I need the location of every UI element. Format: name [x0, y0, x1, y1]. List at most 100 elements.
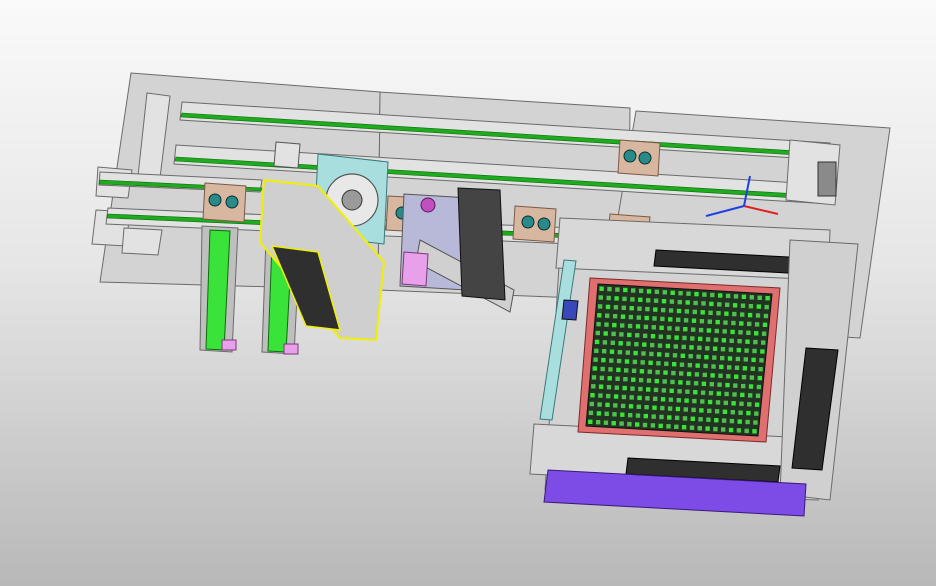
- tray-cell: [657, 352, 662, 357]
- tray-cell: [663, 370, 668, 375]
- tray-cell: [656, 361, 661, 366]
- tray-cell: [620, 403, 626, 409]
- tray-cell: [594, 348, 599, 353]
- tray-cell: [611, 421, 616, 426]
- tray-cell: [680, 353, 685, 358]
- tray-cell: [741, 383, 746, 389]
- assembly-model[interactable]: [0, 0, 936, 586]
- tray-cell: [651, 414, 656, 419]
- tray-cell: [712, 346, 718, 351]
- tray-cell: [673, 344, 678, 349]
- tray-cell: [700, 399, 705, 404]
- tray-cell: [674, 424, 679, 429]
- tray-cell: [589, 401, 594, 407]
- tray-cell: [597, 402, 602, 407]
- tray-cell: [623, 377, 628, 382]
- tray-cell: [762, 322, 768, 327]
- tray-cell: [674, 415, 680, 421]
- tray-cell: [709, 301, 714, 307]
- tray-cell: [697, 426, 702, 431]
- tray-cell: [633, 350, 638, 356]
- cad-viewport[interactable]: [0, 0, 936, 586]
- tray-cell: [629, 395, 634, 400]
- tray-cell: [693, 300, 698, 306]
- tray-cell: [675, 406, 681, 412]
- tray-cell: [620, 323, 625, 328]
- tray-cell: [722, 409, 728, 414]
- tray-cell: [646, 298, 651, 303]
- tray-cell: [746, 330, 751, 335]
- tray-cell: [718, 293, 723, 298]
- tray-cell: [629, 306, 634, 311]
- tray-cell: [613, 394, 619, 399]
- tray-cell: [733, 294, 739, 299]
- tray-cell: [759, 358, 764, 363]
- tray-cell: [749, 295, 754, 300]
- tray-cell: [744, 348, 749, 353]
- tray-cell: [696, 354, 701, 359]
- tray-cell: [725, 293, 731, 299]
- tray-cell: [623, 287, 628, 293]
- tray-cell: [716, 311, 721, 316]
- tray-cell: [605, 402, 610, 408]
- tray-cell: [681, 425, 687, 430]
- tray-cell: [664, 361, 669, 366]
- tray-cell: [640, 360, 645, 365]
- tray-cell: [679, 362, 685, 367]
- tray-cell: [707, 399, 713, 405]
- tray-cell: [646, 387, 651, 392]
- tray-cell: [630, 297, 635, 302]
- tray-cell: [698, 327, 704, 333]
- tray-cell: [694, 291, 699, 297]
- tray-cell: [761, 331, 767, 336]
- tray-cell: [706, 328, 712, 333]
- tray-cell: [658, 423, 663, 429]
- tray-cell: [700, 390, 706, 395]
- tray-cell: [695, 363, 700, 368]
- tray-cell: [725, 302, 730, 307]
- tray-cell: [641, 351, 646, 356]
- tray-cell: [764, 304, 769, 310]
- tray-cell: [735, 356, 741, 362]
- tray-cell: [739, 401, 744, 406]
- tray-cell: [728, 427, 734, 433]
- tray-cell: [605, 304, 611, 310]
- tray-cell: [666, 424, 671, 429]
- tray-cell: [758, 367, 763, 372]
- tray-cell: [676, 317, 681, 322]
- tray-cell: [715, 319, 720, 325]
- tray-cell: [677, 299, 682, 305]
- tray-cell: [668, 397, 674, 402]
- tray-cell: [705, 426, 710, 431]
- tray-cell: [732, 311, 737, 317]
- tray-cell: [606, 385, 612, 390]
- tray-cell: [710, 373, 715, 378]
- tray-cell: [598, 384, 604, 389]
- tray-cell: [749, 375, 755, 380]
- tray-cell: [738, 330, 743, 335]
- tray-cell: [595, 330, 600, 336]
- tray-cell: [733, 383, 738, 388]
- tray-cell: [705, 346, 710, 351]
- tray-cell: [654, 289, 660, 294]
- tray-cell: [698, 336, 703, 342]
- tray-cell: [730, 410, 735, 415]
- tray-cell: [662, 379, 667, 384]
- tray-cell: [669, 388, 674, 393]
- tray-cell: [736, 347, 741, 353]
- tray-cell: [678, 291, 683, 296]
- tray-cell: [653, 396, 658, 401]
- tray-cell: [668, 308, 674, 313]
- tray-cell: [763, 313, 769, 319]
- tray-cell: [670, 379, 675, 385]
- tray-cell: [690, 336, 695, 341]
- tray-cell: [721, 338, 727, 343]
- tray-cell: [748, 304, 754, 309]
- tray-cell: [722, 329, 727, 334]
- tray-cell: [602, 340, 608, 345]
- tray-cell: [612, 322, 617, 328]
- tray-cell: [676, 308, 682, 314]
- tray-cell: [714, 409, 720, 414]
- tray-cell: [707, 408, 712, 414]
- tray-cell: [686, 291, 691, 296]
